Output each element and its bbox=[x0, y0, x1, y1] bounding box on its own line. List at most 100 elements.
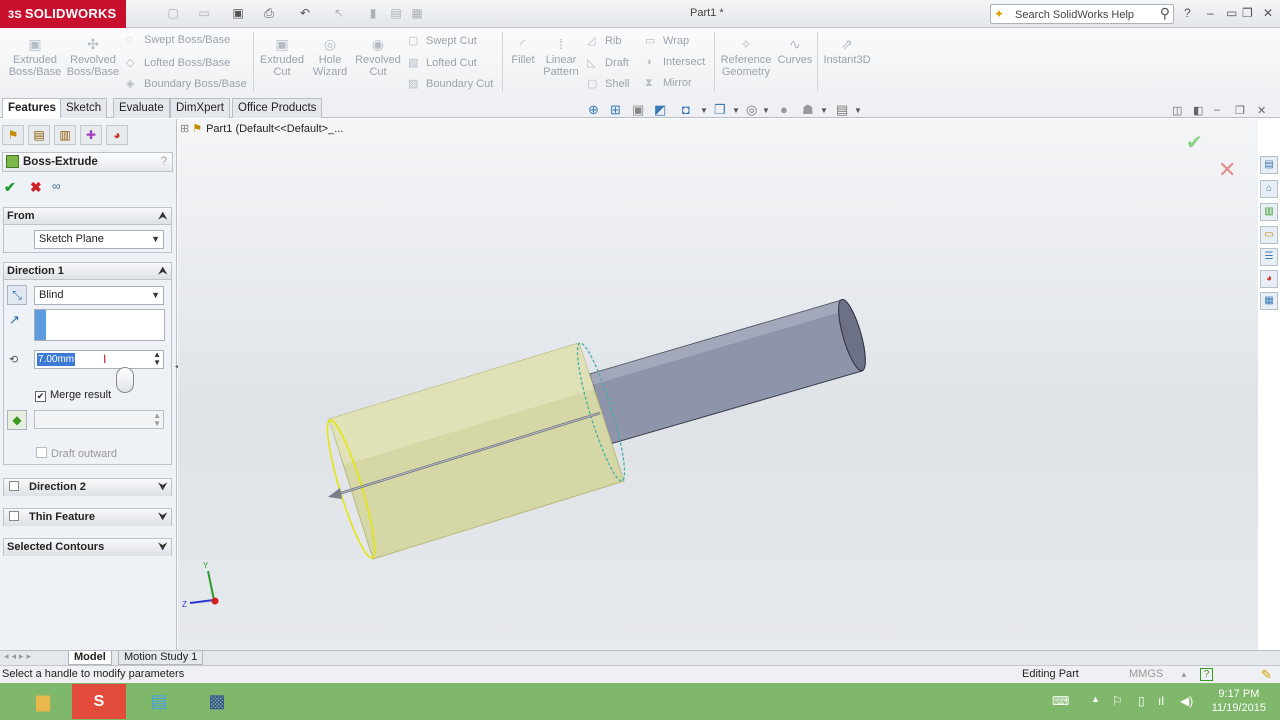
search-icon[interactable]: ⚲ bbox=[1160, 5, 1170, 22]
boundary-cut-button[interactable]: ▨ Boundary Cut bbox=[408, 77, 493, 90]
unit-system[interactable]: MMGS bbox=[1129, 666, 1163, 683]
maximize-icon[interactable]: ❐ bbox=[1242, 6, 1253, 20]
linear-pattern-button[interactable]: ⁞ Linear Pattern bbox=[541, 36, 581, 78]
minimize-icon[interactable]: – bbox=[1207, 6, 1214, 20]
file-explorer-taskbar-icon[interactable]: ▆ bbox=[16, 684, 70, 719]
chevron-down-icon[interactable]: ▼ bbox=[820, 106, 828, 115]
tab-features[interactable]: Features bbox=[2, 98, 62, 118]
solidworks-taskbar-icon[interactable]: S bbox=[72, 684, 126, 719]
tab-motion-study-1[interactable]: Motion Study 1 bbox=[118, 651, 204, 665]
custom-properties-icon[interactable]: ▦ bbox=[1260, 292, 1278, 310]
solidworks-logo[interactable]: 3S SOLIDWORKS bbox=[0, 0, 126, 28]
select-icon[interactable]: ↖ bbox=[332, 6, 346, 20]
merge-result-row[interactable]: ✔ Merge result bbox=[35, 389, 111, 402]
selected-contours-header[interactable]: Selected Contours ⮟ bbox=[4, 539, 171, 556]
volume-icon[interactable]: ◀) bbox=[1180, 694, 1193, 708]
revolved-boss-button[interactable]: ✣ Revolved Boss/Base bbox=[66, 36, 120, 78]
zoom-area-icon[interactable]: ⊞ bbox=[610, 102, 621, 118]
keyboard-icon[interactable]: ⌨ bbox=[1052, 694, 1069, 708]
chevron-down-icon[interactable]: ▼ bbox=[700, 106, 708, 115]
section-view-icon[interactable]: ◩ bbox=[654, 102, 666, 118]
collapse-icon[interactable]: ⮝ bbox=[159, 208, 168, 225]
direction2-group[interactable]: Direction 2 ⮟ bbox=[3, 478, 172, 496]
expand-icon[interactable]: ⮟ bbox=[159, 479, 168, 496]
print-icon[interactable]: ⎙ bbox=[262, 6, 276, 20]
chevron-down-icon[interactable]: ▼ bbox=[854, 106, 862, 115]
rebuild-icon[interactable]: ▮ bbox=[366, 6, 380, 20]
from-select[interactable]: Sketch Plane ▼ bbox=[34, 230, 164, 249]
tab-model[interactable]: Model bbox=[68, 651, 112, 665]
intersect-button[interactable]: ◑ Intersect bbox=[645, 56, 705, 68]
doc-minimize-icon[interactable]: – bbox=[1214, 104, 1220, 116]
restore-icon[interactable]: ▭ bbox=[1226, 6, 1237, 20]
search-input[interactable]: Search SolidWorks Help bbox=[1015, 9, 1134, 21]
expand-plus-icon[interactable]: ⊞ bbox=[180, 123, 189, 135]
feature-tree-tab-icon[interactable]: ⚑ bbox=[2, 125, 24, 145]
from-group-header[interactable]: From ⮝ bbox=[4, 208, 171, 225]
quick-tips-icon[interactable]: ? bbox=[1200, 668, 1213, 681]
direction-selection-box[interactable] bbox=[34, 309, 165, 341]
graphics-area[interactable]: Y Z ✔ ✕ bbox=[178, 119, 1258, 650]
doc-close-icon[interactable]: ✕ bbox=[1257, 104, 1266, 117]
flyout-feature-tree[interactable]: ⊞ ⚑ Part1 (Default<<Default>_... bbox=[180, 122, 343, 135]
solidworks-resources-icon[interactable]: ▤ bbox=[1260, 156, 1278, 174]
confirm-ok-icon[interactable]: ✔ bbox=[1186, 130, 1203, 154]
recorder-taskbar-icon[interactable]: ▩ bbox=[190, 684, 244, 719]
zoom-to-fit-icon[interactable]: ⊕ bbox=[588, 102, 599, 118]
collapse-icon[interactable]: ⮝ bbox=[159, 263, 168, 280]
rib-button[interactable]: ◿ Rib bbox=[587, 34, 622, 47]
hole-wizard-button[interactable]: ◎ Hole Wizard bbox=[308, 36, 352, 78]
property-manager-tab-icon[interactable]: ▤ bbox=[28, 125, 50, 145]
expand-icon[interactable]: ⮟ bbox=[159, 509, 168, 526]
revolved-cut-button[interactable]: ◉ Revolved Cut bbox=[354, 36, 402, 78]
curves-button[interactable]: ∿ Curves bbox=[776, 36, 814, 66]
display-manager-tab-icon[interactable]: ◕ bbox=[106, 125, 128, 145]
file-explorer-icon[interactable]: ▭ bbox=[1260, 226, 1278, 244]
drag-handle-arrowhead[interactable] bbox=[328, 488, 342, 499]
view-settings-icon[interactable]: ▤ bbox=[836, 102, 848, 118]
reference-geometry-button[interactable]: ✧ Reference Geometry bbox=[720, 36, 772, 78]
feature-scope-icon[interactable]: ◆ bbox=[7, 410, 27, 430]
help-menu-icon[interactable]: ? bbox=[1184, 6, 1191, 20]
help-button[interactable]: ? bbox=[161, 153, 167, 171]
mirror-button[interactable]: ⧗ Mirror bbox=[645, 77, 692, 90]
expand-icon[interactable]: ⮟ bbox=[159, 539, 168, 556]
cancel-x-icon[interactable]: ✖ bbox=[30, 179, 42, 196]
swept-cut-button[interactable]: ▢ Swept Cut bbox=[408, 34, 477, 47]
options-icon[interactable]: ▦ bbox=[410, 6, 424, 20]
apply-scene-icon[interactable]: ☗ bbox=[802, 102, 814, 118]
appearances-icon[interactable]: ◕ bbox=[1260, 270, 1278, 288]
doc-cascade-icon[interactable]: ◧ bbox=[1193, 104, 1203, 117]
lofted-cut-button[interactable]: ▧ Lofted Cut bbox=[408, 56, 477, 69]
doc-tile-icon[interactable]: ◫ bbox=[1172, 104, 1182, 117]
open-file-icon[interactable]: ▭ bbox=[197, 6, 211, 20]
view-palette-icon[interactable]: ☰ bbox=[1260, 248, 1278, 266]
home-icon[interactable]: ⌂ bbox=[1260, 180, 1278, 198]
thin-feature-header[interactable]: Thin Feature ⮟ bbox=[4, 509, 171, 526]
hide-show-items-icon[interactable]: ◎ bbox=[746, 102, 757, 118]
tab-dimxpert[interactable]: DimXpert bbox=[170, 98, 230, 118]
previous-view-icon[interactable]: ▣ bbox=[632, 102, 644, 118]
tab-scroll-arrows-icon[interactable]: ◂◂▸▸ bbox=[4, 651, 34, 662]
unit-system-arrow-icon[interactable]: ▲ bbox=[1180, 666, 1188, 683]
ok-check-icon[interactable]: ✔ bbox=[4, 179, 16, 196]
save-icon[interactable]: ▣ bbox=[231, 6, 245, 20]
draft-button[interactable]: ◺ Draft bbox=[587, 56, 629, 69]
edit-appearance-icon[interactable]: ● bbox=[780, 102, 788, 117]
control-panel-taskbar-icon[interactable]: ▤ bbox=[132, 684, 186, 719]
model-view[interactable]: Y Z ✔ ✕ bbox=[178, 119, 1258, 650]
system-clock[interactable]: 9:17 PM 11/19/2015 bbox=[1212, 687, 1266, 715]
merge-result-checkbox[interactable]: ✔ bbox=[35, 391, 46, 402]
thin-feature-checkbox[interactable] bbox=[9, 511, 19, 521]
display-style-icon[interactable]: ❒ bbox=[714, 102, 726, 118]
fillet-button[interactable]: ◜ Fillet bbox=[506, 36, 540, 66]
new-document-icon[interactable]: ▢ bbox=[166, 6, 180, 20]
lofted-boss-button[interactable]: ◇ Lofted Boss/Base bbox=[126, 56, 230, 69]
reverse-direction-icon[interactable]: ⤡ bbox=[7, 285, 27, 305]
depth-value[interactable]: 7.00mm bbox=[37, 353, 76, 366]
chevron-down-icon[interactable]: ▼ bbox=[762, 106, 770, 115]
view-orientation-icon[interactable]: ◘ bbox=[682, 102, 690, 117]
boundary-boss-button[interactable]: ◈ Boundary Boss/Base bbox=[126, 77, 247, 90]
doc-restore-icon[interactable]: ❐ bbox=[1235, 104, 1245, 117]
end-condition-select[interactable]: Blind ▼ bbox=[34, 286, 164, 305]
